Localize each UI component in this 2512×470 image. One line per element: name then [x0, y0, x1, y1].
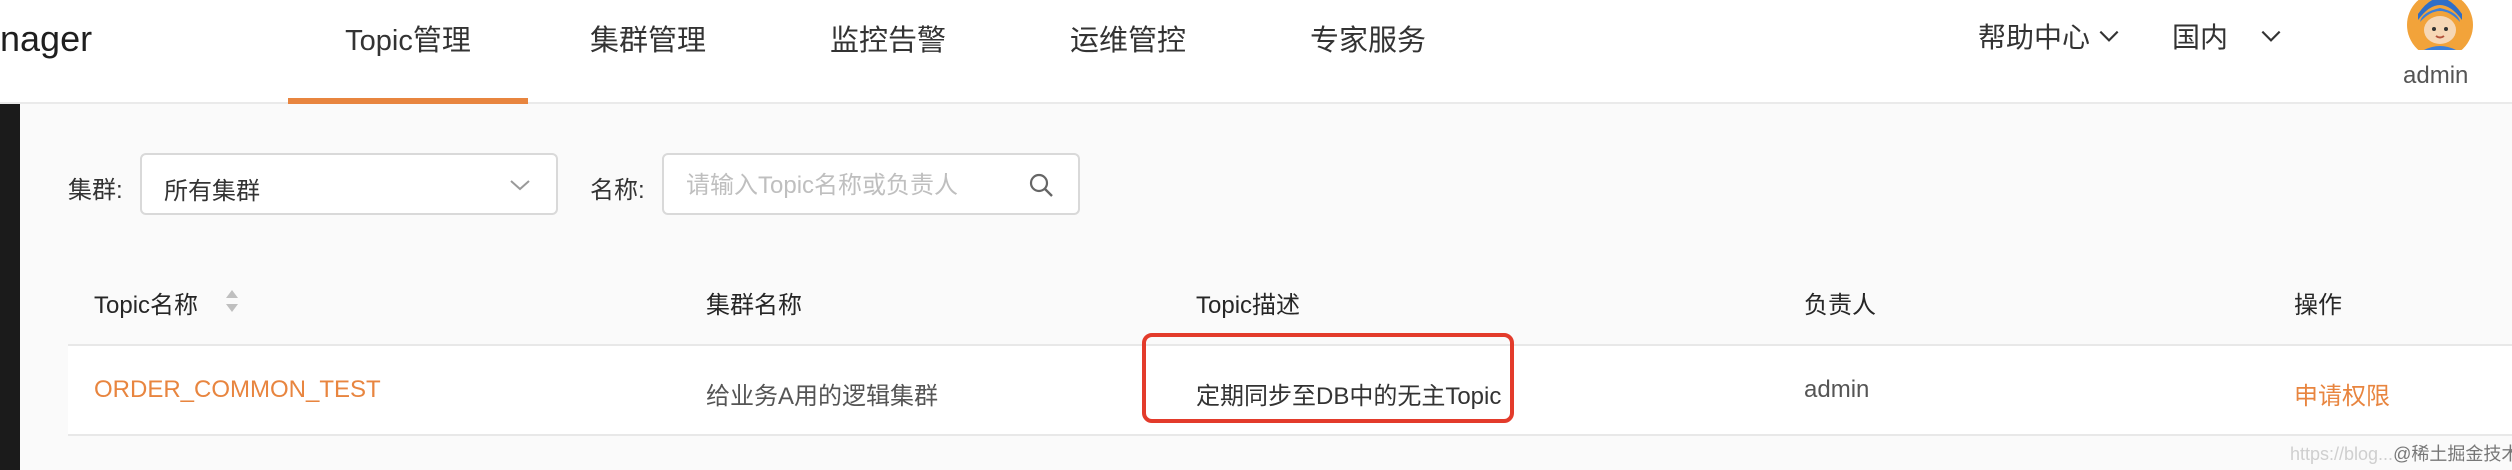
- nav-monitoring-alerts[interactable]: 监控告警: [808, 0, 968, 104]
- watermark-faint-text: https://blog...: [2290, 444, 2394, 464]
- search-input[interactable]: [684, 167, 1008, 205]
- region-label: 国内: [2172, 22, 2229, 53]
- left-sidebar-strip: [0, 104, 20, 470]
- watermark: https://blog...@稀土掘金技术社区: [2290, 440, 2512, 466]
- help-center-label: 帮助中心: [1978, 22, 2091, 53]
- region-menu[interactable]: 国内: [2172, 16, 2284, 56]
- chevron-down-icon: [510, 180, 530, 191]
- column-header-owner: 负责人: [1804, 292, 1876, 319]
- cluster-select-value: 所有集群: [164, 178, 260, 205]
- user-name: admin: [2403, 62, 2469, 89]
- cluster-name-cell: 给业务A用的逻辑集群: [706, 383, 939, 410]
- cluster-select[interactable]: 所有集群: [140, 153, 558, 215]
- apply-permission-link[interactable]: 申请权限: [2294, 376, 2390, 411]
- search-icon[interactable]: [1028, 172, 1054, 198]
- chevron-down-icon: [2261, 30, 2281, 42]
- column-header-topic-name[interactable]: Topic名称: [94, 285, 198, 320]
- search-field[interactable]: [662, 153, 1080, 215]
- nav-topic-management[interactable]: Topic管理: [288, 0, 528, 106]
- cluster-filter-label: 集群:: [68, 177, 123, 204]
- column-header-cluster-name: 集群名称: [706, 292, 802, 319]
- chevron-down-icon: [2099, 30, 2119, 42]
- nav-cluster-management[interactable]: 集群管理: [568, 0, 728, 104]
- topic-name-link[interactable]: ORDER_COMMON_TEST: [94, 376, 381, 404]
- name-filter-label: 名称:: [590, 177, 645, 204]
- help-center-menu[interactable]: 帮助中心: [1978, 16, 2122, 56]
- app-logo: nager: [0, 18, 93, 59]
- owner-cell: admin: [1804, 376, 1870, 403]
- nav-ops-control[interactable]: 运维管控: [1048, 0, 1208, 104]
- nav-expert-service[interactable]: 专家服务: [1288, 0, 1448, 104]
- top-header: nager Topic管理 集群管理 监控告警 运维管控 专家服务 帮助中心 国…: [0, 0, 2512, 106]
- column-header-actions: 操作: [2294, 292, 2342, 319]
- highlight-annotation-box: [1142, 333, 1514, 423]
- column-header-description: Topic描述: [1196, 292, 1301, 319]
- sort-icon[interactable]: [224, 287, 240, 315]
- watermark-text: @稀土掘金技术社区: [2393, 444, 2512, 464]
- avatar[interactable]: [2400, 0, 2480, 50]
- user-avatar-icon: [2407, 0, 2473, 50]
